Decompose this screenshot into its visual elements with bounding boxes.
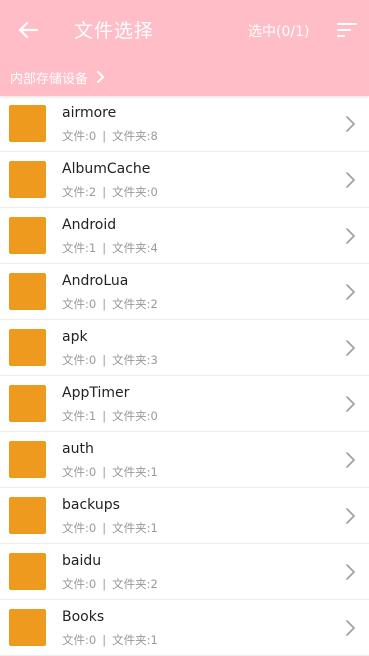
meta-separator: |	[102, 129, 107, 143]
chevron-right-icon	[346, 340, 355, 356]
chevron-right-icon	[346, 172, 355, 188]
chevron-right-icon	[346, 396, 355, 412]
folder-name: apk	[62, 329, 88, 345]
folder-meta: 文件:0 | 文件夹:1	[62, 632, 158, 648]
folder-meta: 文件:0 | 文件夹:3	[62, 352, 158, 368]
folder-meta: 文件:2 | 文件夹:0	[62, 184, 158, 200]
folder-icon	[9, 385, 46, 422]
folder-count: 文件夹:2	[112, 577, 158, 591]
folder-row[interactable]: Books 文件:0 | 文件夹:1	[0, 600, 369, 656]
folder-meta: 文件:0 | 文件夹:1	[62, 464, 158, 480]
folder-meta: 文件:0 | 文件夹:2	[62, 576, 158, 592]
folder-meta: 文件:0 | 文件夹:1	[62, 520, 158, 536]
folder-row[interactable]: backups 文件:0 | 文件夹:1	[0, 488, 369, 544]
chevron-right-icon	[346, 508, 355, 524]
folder-row[interactable]: AppTimer 文件:1 | 文件夹:0	[0, 376, 369, 432]
chevron-right-icon	[346, 452, 355, 468]
breadcrumb-label: 内部存储设备	[10, 71, 89, 87]
meta-separator: |	[102, 633, 107, 647]
folder-meta: 文件:0 | 文件夹:8	[62, 128, 158, 144]
meta-separator: |	[102, 353, 107, 367]
folder-count: 文件夹:1	[112, 521, 158, 535]
meta-separator: |	[102, 577, 107, 591]
meta-separator: |	[102, 521, 107, 535]
top-bar: 文件选择 选中(0/1)	[0, 0, 369, 60]
sort-button[interactable]	[331, 14, 363, 46]
folder-count: 文件夹:3	[112, 353, 158, 367]
arrow-left-icon	[18, 21, 38, 39]
file-count: 文件:0	[62, 521, 97, 535]
folder-icon	[9, 497, 46, 534]
meta-separator: |	[102, 185, 107, 199]
folder-count: 文件夹:8	[112, 129, 158, 143]
folder-name: backups	[62, 497, 120, 513]
folder-icon	[9, 553, 46, 590]
folder-icon	[9, 273, 46, 310]
chevron-right-icon	[346, 116, 355, 132]
file-count: 文件:0	[62, 129, 97, 143]
folder-row[interactable]: apk 文件:0 | 文件夹:3	[0, 320, 369, 376]
file-count: 文件:1	[62, 241, 97, 255]
folder-name: airmore	[62, 105, 117, 121]
selection-count[interactable]: 选中(0/1)	[248, 21, 309, 41]
meta-separator: |	[102, 409, 107, 423]
chevron-right-icon	[346, 564, 355, 580]
folder-name: Android	[62, 217, 117, 233]
file-count: 文件:0	[62, 465, 97, 479]
folder-icon	[9, 609, 46, 646]
file-count: 文件:2	[62, 185, 97, 199]
file-count: 文件:0	[62, 633, 97, 647]
folder-name: AppTimer	[62, 385, 130, 401]
folder-icon	[9, 329, 46, 366]
folder-name: baidu	[62, 553, 102, 569]
folder-row[interactable]: auth 文件:0 | 文件夹:1	[0, 432, 369, 488]
folder-count: 文件夹:2	[112, 297, 158, 311]
folder-row[interactable]: Android 文件:1 | 文件夹:4	[0, 208, 369, 264]
folder-icon	[9, 105, 46, 142]
meta-separator: |	[102, 465, 107, 479]
app-header: 文件选择 选中(0/1) 内部存储设备	[0, 0, 369, 96]
folder-name: auth	[62, 441, 94, 457]
folder-row[interactable]: baidu 文件:0 | 文件夹:2	[0, 544, 369, 600]
folder-icon	[9, 217, 46, 254]
file-count: 文件:1	[62, 409, 97, 423]
folder-name: AndroLua	[62, 273, 129, 289]
back-button[interactable]	[12, 14, 44, 46]
folder-row[interactable]: AndroLua 文件:0 | 文件夹:2	[0, 264, 369, 320]
meta-separator: |	[102, 241, 107, 255]
folder-count: 文件夹:4	[112, 241, 158, 255]
folder-count: 文件夹:0	[112, 185, 158, 199]
folder-meta: 文件:0 | 文件夹:2	[62, 296, 158, 312]
folder-icon	[9, 161, 46, 198]
folder-meta: 文件:1 | 文件夹:4	[62, 240, 158, 256]
chevron-right-icon	[97, 71, 105, 83]
chevron-right-icon	[346, 620, 355, 636]
folder-count: 文件夹:0	[112, 409, 158, 423]
page-title: 文件选择	[74, 20, 155, 42]
folder-icon	[9, 441, 46, 478]
folder-name: Books	[62, 609, 105, 625]
file-count: 文件:0	[62, 577, 97, 591]
folder-list: airmore 文件:0 | 文件夹:8 AlbumCache 文件:2 | 文件夹:0 And…	[0, 96, 369, 656]
breadcrumb[interactable]: 内部存储设备	[10, 66, 105, 88]
chevron-right-icon	[346, 284, 355, 300]
folder-row[interactable]: AlbumCache 文件:2 | 文件夹:0	[0, 152, 369, 208]
folder-count: 文件夹:1	[112, 465, 158, 479]
folder-meta: 文件:1 | 文件夹:0	[62, 408, 158, 424]
folder-row[interactable]: airmore 文件:0 | 文件夹:8	[0, 96, 369, 152]
file-count: 文件:0	[62, 353, 97, 367]
folder-count: 文件夹:1	[112, 633, 158, 647]
sort-icon	[337, 23, 357, 37]
file-count: 文件:0	[62, 297, 97, 311]
folder-name: AlbumCache	[62, 161, 151, 177]
chevron-right-icon	[346, 228, 355, 244]
meta-separator: |	[102, 297, 107, 311]
